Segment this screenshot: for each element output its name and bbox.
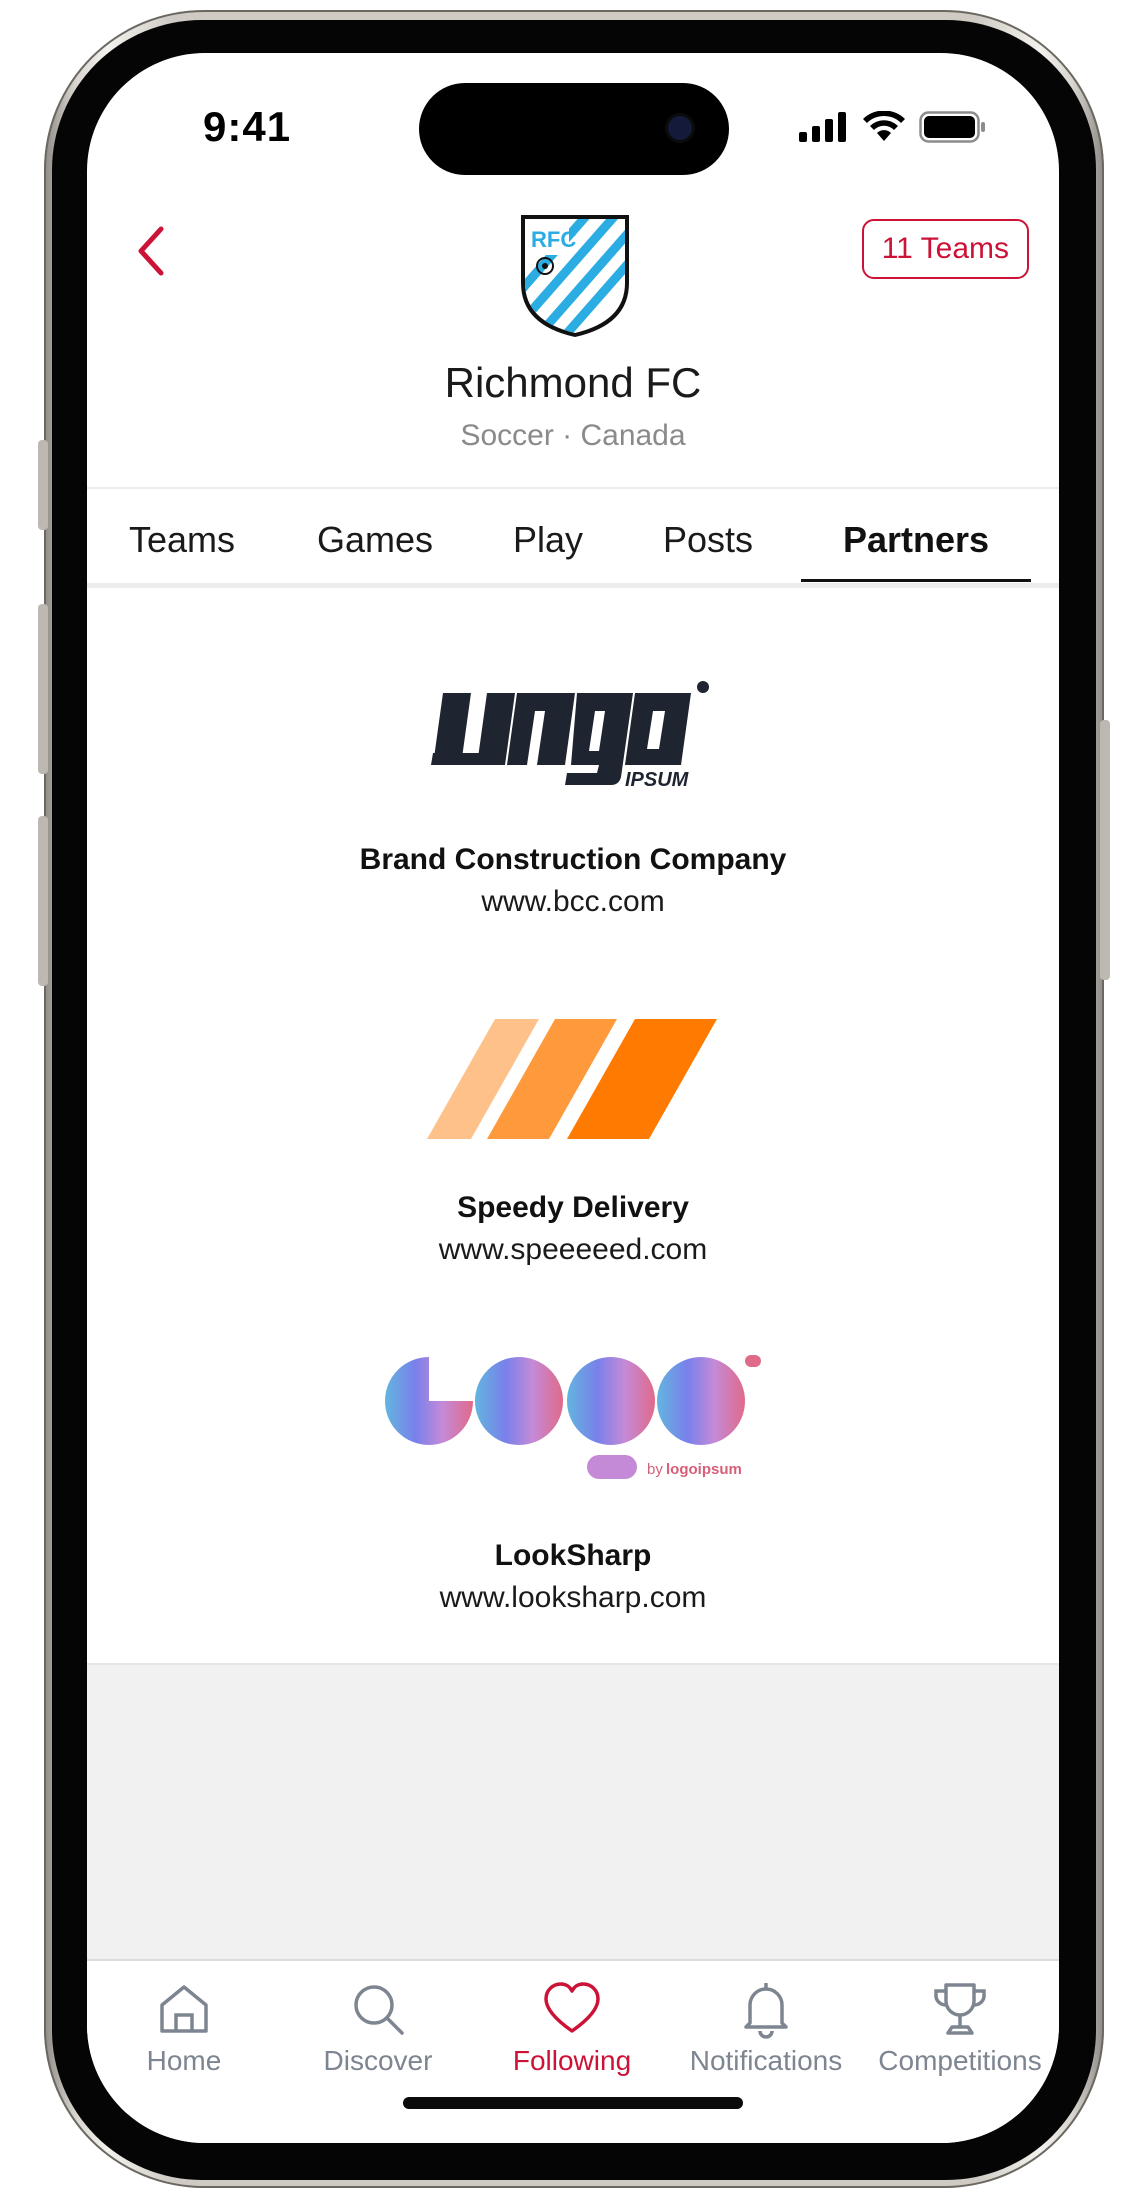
search-icon [354, 1985, 404, 2035]
tab-play[interactable]: Play [513, 519, 583, 561]
house-icon [160, 1985, 208, 2033]
power-button [1100, 720, 1110, 980]
tabbar-label: Competitions [878, 2045, 1042, 2076]
svg-text:logoipsum: logoipsum [666, 1461, 742, 1478]
tabbar-item-notifications[interactable]: Notifications [669, 1961, 863, 2077]
battery-icon [919, 111, 985, 143]
heart-icon [544, 1982, 600, 2033]
volume-up-button [38, 604, 48, 774]
tab-partners[interactable]: Partners [843, 519, 989, 561]
bell-icon [744, 1983, 788, 2039]
header-divider [87, 487, 1059, 489]
wifi-icon [863, 111, 905, 141]
tabbar-label: Home [146, 2045, 222, 2076]
partner-name[interactable]: Brand Construction Company [87, 843, 1059, 877]
partner-url[interactable]: www.bcc.com [87, 885, 1059, 919]
club-name: Richmond FC [444, 359, 702, 406]
tabbar-label: Notifications [689, 2045, 843, 2076]
status-time: 9:41 [203, 103, 292, 150]
orange-stripes-icon[interactable] [427, 1017, 717, 1141]
app-screen: 9:41 RFC 11 Teams Richmond FC Soccer · C… [87, 53, 1059, 2143]
active-tab-indicator [801, 579, 1031, 582]
content-background [87, 1663, 1059, 1965]
volume-down-button [38, 816, 48, 986]
mute-switch [38, 440, 48, 530]
trophy-icon [934, 1983, 986, 2035]
svg-text:RFC: RFC [531, 227, 576, 252]
tabbar-item-discover[interactable]: Discover [281, 1961, 475, 2077]
chevron-left-icon[interactable] [127, 221, 177, 281]
club-crest-logo: RFC [521, 215, 629, 337]
tabbar-label: Discover [323, 2045, 433, 2076]
tab-games[interactable]: Games [317, 519, 433, 561]
club-meta: Soccer · Canada [460, 419, 686, 452]
gradient-circles-icon[interactable]: by logoipsum [383, 1355, 767, 1493]
partner-name[interactable]: LookSharp [87, 1539, 1059, 1573]
dynamic-island [419, 83, 729, 175]
partner-name[interactable]: Speedy Delivery [87, 1191, 1059, 1225]
home-indicator[interactable] [403, 2097, 743, 2109]
teams-count-button[interactable]: 11 Teams [861, 219, 1029, 279]
partner-url[interactable]: www.speeeeed.com [87, 1233, 1059, 1267]
bottom-tab-bar: Home Discover Following Notifications Co… [87, 1959, 1059, 2143]
tabs-divider [87, 583, 1059, 588]
tabbar-item-home[interactable]: Home [87, 1961, 281, 2077]
tabbar-label: Following [512, 2045, 632, 2076]
status-icons [799, 111, 987, 143]
signal-icon [799, 112, 846, 142]
tabbar-item-competitions[interactable]: Competitions [863, 1961, 1057, 2077]
tab-teams[interactable]: Teams [129, 519, 235, 561]
camera-icon [665, 113, 695, 143]
svg-text:IPSUM: IPSUM [625, 769, 690, 791]
tab-posts[interactable]: Posts [663, 519, 753, 561]
svg-text:by: by [647, 1461, 663, 1478]
tabbar-item-following[interactable]: Following [475, 1961, 669, 2077]
logo-ipsum-icon[interactable]: IPSUM [425, 669, 729, 799]
partner-url[interactable]: www.looksharp.com [87, 1581, 1059, 1615]
